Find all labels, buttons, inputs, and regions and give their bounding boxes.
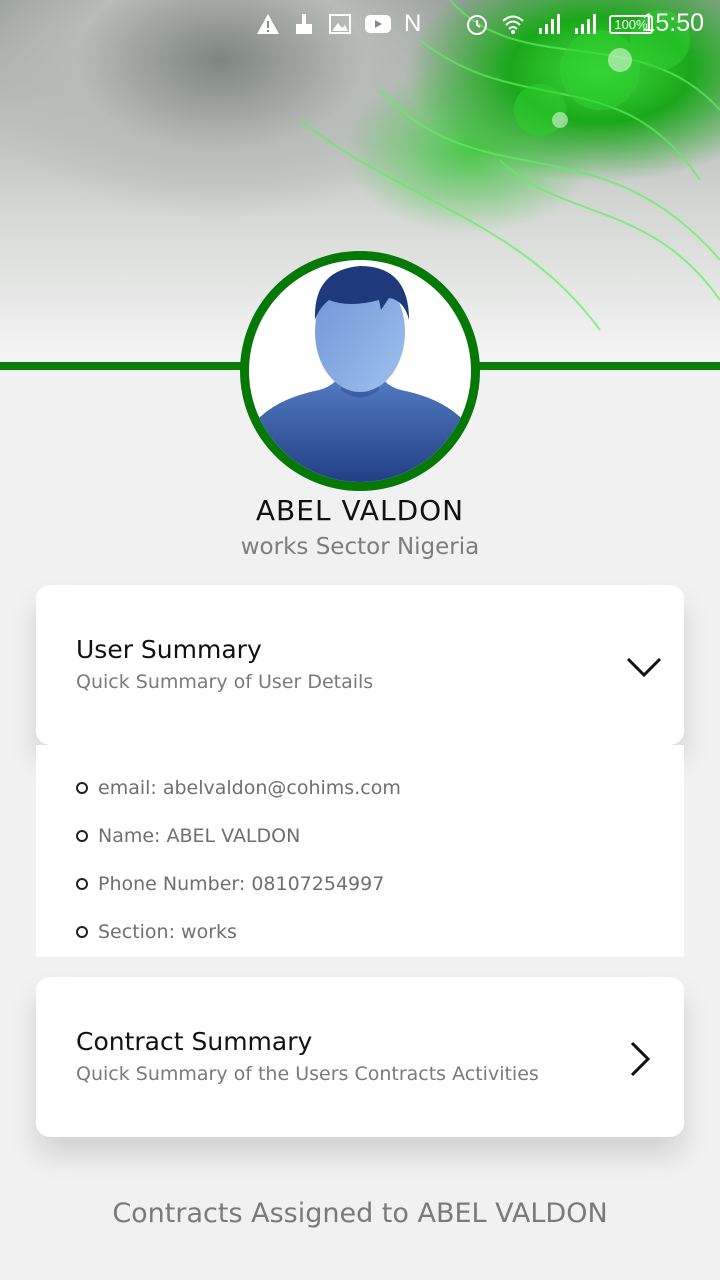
detail-email: email: abelvaldon@cohims.com xyxy=(98,777,401,799)
detail-phone: Phone Number: 08107254997 xyxy=(98,873,385,895)
signal-icon xyxy=(539,14,561,34)
n-icon: N xyxy=(404,10,422,37)
signal-icon-2 xyxy=(575,14,597,34)
gallery-icon xyxy=(329,14,351,34)
alarm-icon xyxy=(467,15,488,35)
status-icons: N 100% xyxy=(220,10,653,38)
bullet-icon xyxy=(76,830,88,842)
detail-name: Name: ABEL VALDON xyxy=(98,825,301,847)
bullet-icon xyxy=(76,782,88,794)
warning-icon xyxy=(257,14,279,34)
bullet-icon xyxy=(76,926,88,938)
user-details-list: email: abelvaldon@cohims.com Name: ABEL … xyxy=(36,745,684,957)
detail-section: Section: works xyxy=(98,921,237,943)
avatar-image xyxy=(249,260,471,482)
bullet-icon xyxy=(76,878,88,890)
list-item: Phone Number: 08107254997 xyxy=(76,873,384,895)
list-item: Section: works xyxy=(76,921,237,943)
wifi-icon xyxy=(502,15,525,34)
list-item: Name: ABEL VALDON xyxy=(76,825,300,847)
chevron-right-icon[interactable] xyxy=(620,1039,660,1079)
contract-summary-card[interactable]: Contract Summary Quick Summary of the Us… xyxy=(36,977,684,1137)
status-bar: N 100% 15:50 xyxy=(0,0,720,48)
user-summary-card[interactable]: User Summary Quick Summary of User Detai… xyxy=(36,585,684,745)
contract-summary-title: Contract Summary xyxy=(76,1027,313,1056)
avatar[interactable] xyxy=(240,251,480,491)
contracts-assigned-heading: Contracts Assigned to ABEL VALDON xyxy=(112,1198,608,1229)
profile-name: ABEL VALDON xyxy=(255,494,465,527)
user-summary-subtitle: Quick Summary of User Details xyxy=(76,671,374,693)
profile-sector: works Sector Nigeria xyxy=(240,534,480,560)
chevron-down-icon[interactable] xyxy=(624,647,664,687)
user-silhouette-icon xyxy=(249,266,471,482)
status-time: 15:50 xyxy=(641,9,704,37)
user-summary-title: User Summary xyxy=(76,635,262,664)
contract-summary-subtitle: Quick Summary of the Users Contracts Act… xyxy=(76,1063,539,1085)
youtube-icon xyxy=(365,15,391,33)
list-item: email: abelvaldon@cohims.com xyxy=(76,777,401,799)
cleaner-icon xyxy=(296,14,312,34)
